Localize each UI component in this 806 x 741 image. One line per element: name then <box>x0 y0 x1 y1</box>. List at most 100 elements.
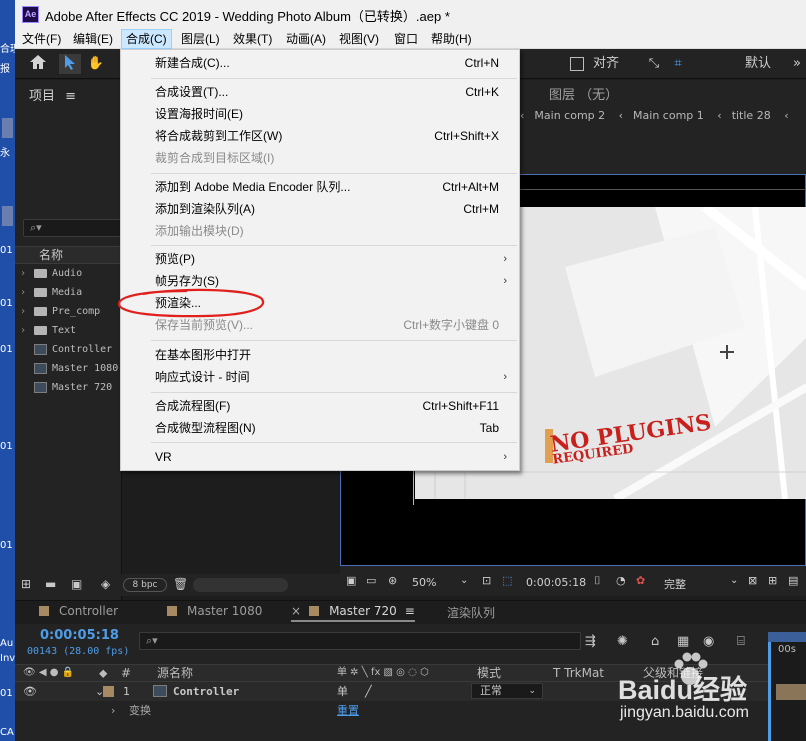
breadcrumb-item[interactable]: Main comp 1 <box>633 109 704 122</box>
snap-checkbox[interactable] <box>570 57 584 71</box>
source-name-column[interactable]: 源名称 <box>157 665 193 681</box>
menu-view[interactable]: 视图(V) <box>335 29 383 49</box>
label-column-icon[interactable]: ⬥ <box>99 665 107 681</box>
comp-flowchart-icon[interactable]: ⇶ <box>585 634 596 649</box>
project-column-header[interactable]: 名称 <box>15 246 122 264</box>
mask-view-icon[interactable]: ⊛ <box>388 574 397 587</box>
project-item[interactable]: › Media <box>15 283 122 302</box>
collapse-switch-icon[interactable]: 单 <box>337 682 348 701</box>
layer-panel-label[interactable]: 图层 （无） <box>549 84 618 103</box>
expand-arrow-icon[interactable]: › <box>20 321 26 340</box>
desktop-file-icon[interactable] <box>2 206 13 226</box>
project-scrollbar[interactable] <box>193 578 288 592</box>
menu-item-responsive-design-time[interactable]: 响应式设计 - 时间 › <box>123 366 517 388</box>
menu-item-vr[interactable]: VR › <box>123 446 517 468</box>
menu-composition[interactable]: 合成(C) <box>121 29 172 49</box>
work-area-bar[interactable] <box>768 632 806 642</box>
eye-icon[interactable]: 👁 <box>23 682 37 701</box>
quality-switch-icon[interactable]: ╱ <box>365 682 372 701</box>
tab-master-1080[interactable]: Master 1080 <box>167 604 262 618</box>
snapshot-icon[interactable]: ⌷ <box>594 574 601 588</box>
project-settings-icon[interactable]: ◈ <box>101 577 110 591</box>
region-of-interest-icon[interactable]: ⊡ <box>482 574 491 587</box>
monitor-icon[interactable]: ▭ <box>366 574 376 587</box>
menu-item-composition-settings[interactable]: 合成设置(T)... Ctrl+K <box>123 81 517 103</box>
always-preview-icon[interactable]: ▣ <box>346 574 356 587</box>
chevron-down-icon[interactable]: ⌄ <box>460 575 468 586</box>
panel-menu-icon[interactable]: ≡ <box>405 604 415 618</box>
project-search-input[interactable]: ⌕▾ <box>23 219 122 237</box>
panel-menu-icon[interactable]: ≡ <box>65 89 76 104</box>
av-features-icons[interactable]: 👁 ◀ ● 🔒 <box>23 665 74 681</box>
grid-snap-icon[interactable]: ⌗ <box>669 54 687 74</box>
shy-layers-icon[interactable]: ⌂ <box>651 634 659 649</box>
menu-item-mini-flowchart[interactable]: 合成微型流程图(N) Tab <box>123 417 517 439</box>
timeline-search-input[interactable]: ⌕▾ <box>139 632 581 650</box>
project-item[interactable]: Master 720 <box>15 378 122 397</box>
tab-master-720[interactable]: × Master 720 ≡ <box>291 604 415 622</box>
viewer-timecode[interactable]: 0:00:05:18 <box>526 576 586 589</box>
menu-item-set-poster-time[interactable]: 设置海报时间(E) <box>123 103 517 125</box>
menu-edit[interactable]: 编辑(E) <box>69 29 117 49</box>
fast-preview-icon[interactable]: ⊠ <box>748 574 757 587</box>
motion-blur-icon[interactable]: ◉ <box>703 634 714 649</box>
hand-tool-icon[interactable]: ✋ <box>85 54 107 74</box>
breadcrumb-item[interactable]: Main comp 2 <box>534 109 605 122</box>
project-item[interactable]: Controller <box>15 340 122 359</box>
color-channels-icon[interactable]: ✿ <box>636 574 645 587</box>
expand-arrow-icon[interactable]: › <box>111 702 115 720</box>
close-tab-icon[interactable]: × <box>291 604 301 618</box>
interpret-footage-icon[interactable]: ⊞ <box>21 577 31 591</box>
chevron-down-icon[interactable]: ⌄ <box>730 575 738 586</box>
menu-file[interactable]: 文件(F) <box>18 29 65 49</box>
trkmat-column[interactable]: T TrkMat <box>553 665 604 681</box>
menu-item-add-to-render-queue[interactable]: 添加到渲染队列(A) Ctrl+M <box>123 198 517 220</box>
frame-blending-icon[interactable]: ▦ <box>677 634 689 649</box>
menu-help[interactable]: 帮助(H) <box>427 29 476 49</box>
menu-layer[interactable]: 图层(L) <box>177 29 224 49</box>
expand-arrow-icon[interactable]: › <box>20 264 26 283</box>
menu-item-add-to-media-encoder[interactable]: 添加到 Adobe Media Encoder 队列... Ctrl+Alt+M <box>123 176 517 198</box>
tab-render-queue[interactable]: 渲染队列 <box>447 604 495 621</box>
bit-depth-button[interactable]: 8 bpc <box>123 578 167 592</box>
project-item[interactable]: › Pre_comp <box>15 302 122 321</box>
menu-effect[interactable]: 效果(T) <box>229 29 276 49</box>
menu-item-open-in-essential-graphics[interactable]: 在基本图形中打开 <box>123 344 517 366</box>
expand-arrow-icon[interactable]: › <box>20 283 26 302</box>
selection-tool-icon[interactable] <box>59 54 81 74</box>
transparency-grid-icon[interactable]: ⬚ <box>502 574 512 587</box>
toggle-transparency-icon[interactable]: ⊞ <box>768 574 777 587</box>
workspace-menu-icon[interactable]: » <box>790 54 804 74</box>
project-item[interactable]: › Text <box>15 321 122 340</box>
new-folder-icon[interactable]: ▬ <box>45 577 56 591</box>
switches-column-icons[interactable]: 单 ✲ ╲ fx ▧ ◎ ◌ ⬡ <box>337 665 429 681</box>
breadcrumb-item[interactable]: title 28 <box>732 109 771 122</box>
draft-3d-icon[interactable]: ✺ <box>617 634 628 649</box>
layer-name[interactable]: Controller <box>173 682 239 701</box>
home-icon[interactable] <box>27 54 49 74</box>
new-composition-icon[interactable]: ▣ <box>71 577 82 591</box>
trash-icon[interactable]: 🗑 <box>173 577 188 591</box>
menu-item-new-composition[interactable]: 新建合成(C)... Ctrl+N <box>123 52 517 74</box>
workspace-default[interactable]: 默认 <box>733 54 783 74</box>
3d-view-icon[interactable]: ▤ <box>788 574 798 587</box>
current-time-display[interactable]: 0:00:05:18 <box>40 628 119 643</box>
graph-editor-icon[interactable]: ⌸ <box>737 634 745 649</box>
menu-window[interactable]: 窗口 <box>390 29 422 49</box>
menu-animation[interactable]: 动画(A) <box>282 29 330 49</box>
pin-tool-icon[interactable]: ⤡ <box>645 54 663 74</box>
reset-link[interactable]: 重置 <box>337 702 359 720</box>
label-color-swatch[interactable] <box>103 686 114 697</box>
show-snapshot-icon[interactable]: ◔ <box>616 574 626 587</box>
tab-controller[interactable]: Controller <box>39 604 118 618</box>
menu-item-preview[interactable]: 预览(P) › <box>123 248 517 270</box>
project-item[interactable]: Master 1080 <box>15 359 122 378</box>
mode-column[interactable]: 模式 <box>477 665 501 681</box>
menu-item-trim-to-work-area[interactable]: 将合成裁剪到工作区(W) Ctrl+Shift+X <box>123 125 517 147</box>
expand-arrow-icon[interactable]: › <box>20 302 26 321</box>
resolution-dropdown[interactable]: 完整 <box>664 576 686 592</box>
blend-mode-dropdown[interactable]: 正常 ⌄ <box>471 683 543 699</box>
desktop-file-icon[interactable] <box>2 118 13 138</box>
zoom-dropdown[interactable]: 50% <box>412 576 436 589</box>
menu-item-composition-flowchart[interactable]: 合成流程图(F) Ctrl+Shift+F11 <box>123 395 517 417</box>
